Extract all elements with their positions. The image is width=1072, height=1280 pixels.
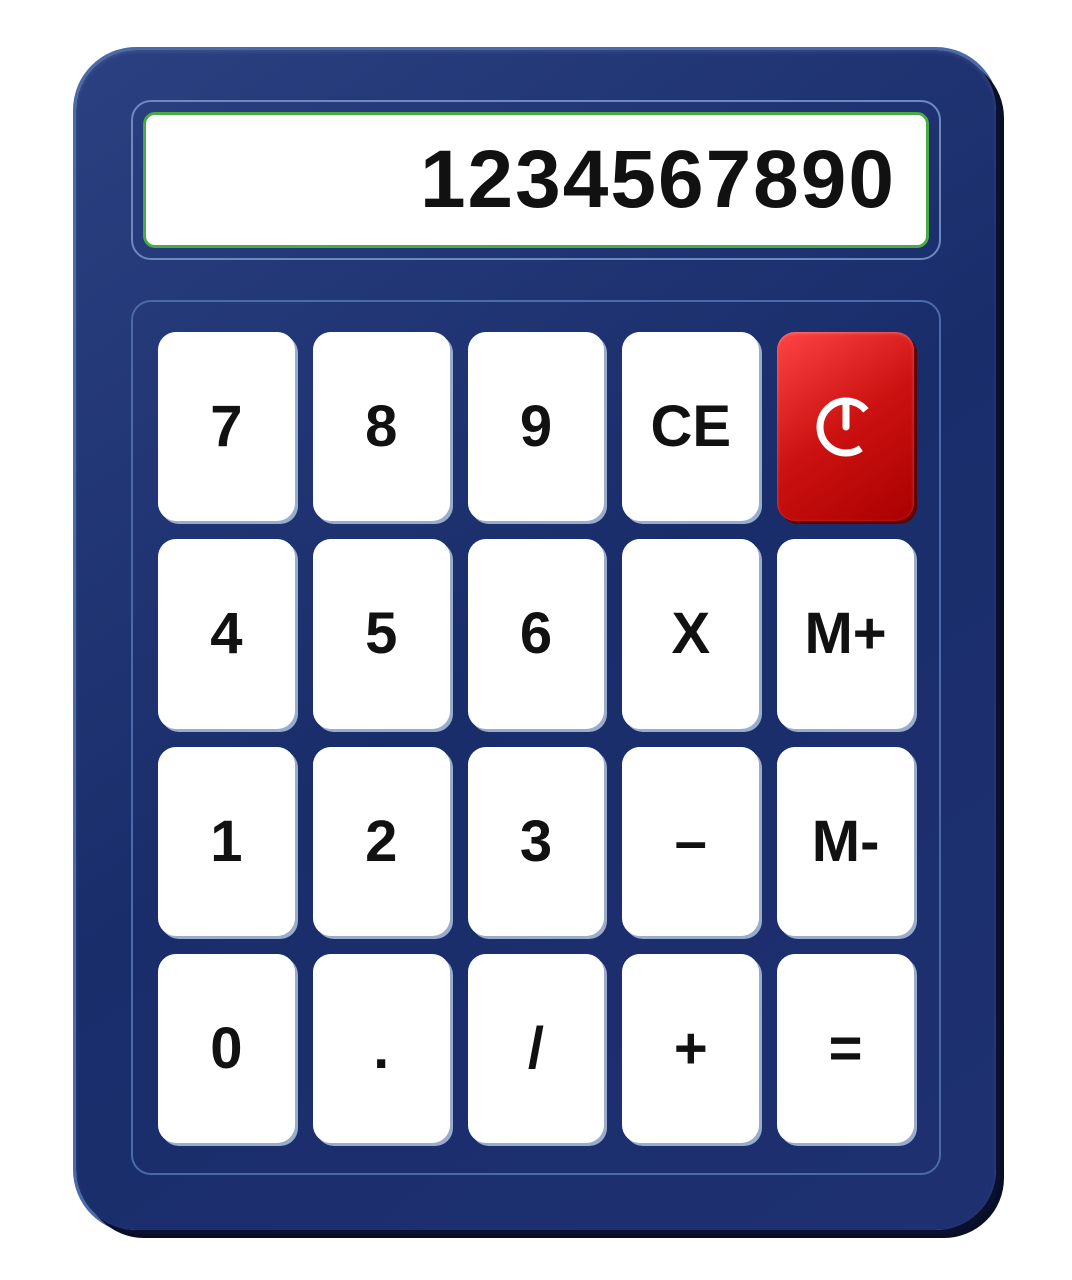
- btn-mplus[interactable]: M+: [777, 539, 914, 728]
- display-screen: 1234567890: [143, 112, 929, 248]
- btn-8[interactable]: 8: [313, 332, 450, 521]
- btn-6[interactable]: 6: [468, 539, 605, 728]
- btn-5[interactable]: 5: [313, 539, 450, 728]
- btn-7[interactable]: 7: [158, 332, 295, 521]
- keypad-area: 7 8 9 CE 4 5 6 X M+ 1 2 3 – M-: [131, 300, 941, 1175]
- btn-minus[interactable]: –: [622, 747, 759, 936]
- calculator: 1234567890 7 8 9 CE 4 5 6 X M+ 1: [76, 50, 996, 1230]
- btn-plus[interactable]: +: [622, 954, 759, 1143]
- btn-mminus[interactable]: M-: [777, 747, 914, 936]
- btn-4[interactable]: 4: [158, 539, 295, 728]
- button-row-1: 7 8 9 CE: [158, 332, 914, 521]
- btn-0[interactable]: 0: [158, 954, 295, 1143]
- btn-1[interactable]: 1: [158, 747, 295, 936]
- display-value: 1234567890: [420, 133, 896, 227]
- btn-multiply[interactable]: X: [622, 539, 759, 728]
- button-row-3: 1 2 3 – M-: [158, 747, 914, 936]
- btn-equals[interactable]: =: [777, 954, 914, 1143]
- button-row-2: 4 5 6 X M+: [158, 539, 914, 728]
- btn-power[interactable]: [777, 332, 914, 521]
- button-row-4: 0 . / + =: [158, 954, 914, 1143]
- btn-3[interactable]: 3: [468, 747, 605, 936]
- power-icon: [811, 392, 881, 462]
- btn-2[interactable]: 2: [313, 747, 450, 936]
- btn-dot[interactable]: .: [313, 954, 450, 1143]
- display-area: 1234567890: [131, 100, 941, 260]
- btn-9[interactable]: 9: [468, 332, 605, 521]
- btn-ce[interactable]: CE: [622, 332, 759, 521]
- btn-divide[interactable]: /: [468, 954, 605, 1143]
